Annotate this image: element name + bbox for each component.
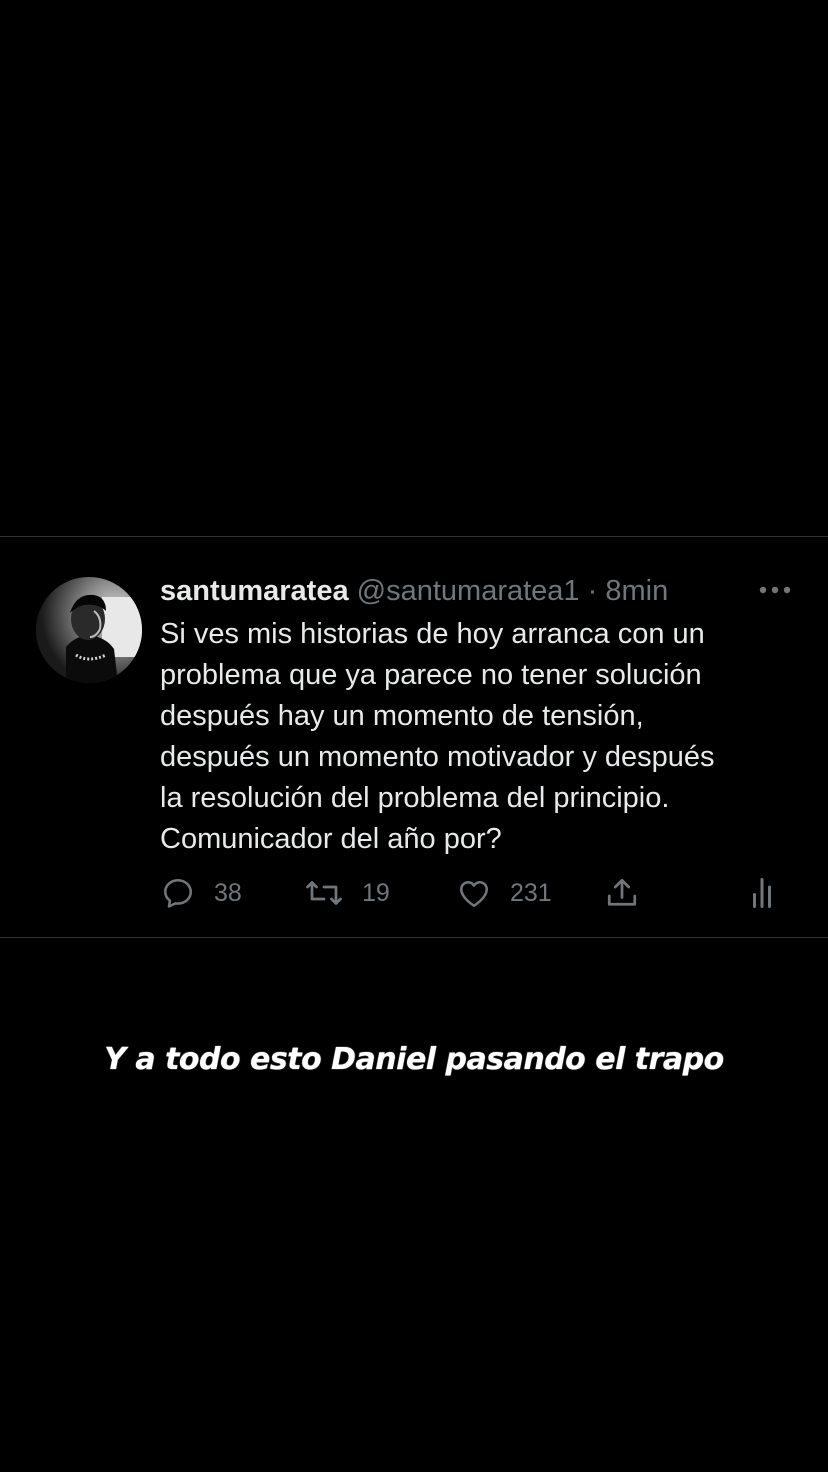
timestamp[interactable]: 8min [605,575,668,607]
retweet-icon [306,881,342,905]
more-dots-icon [759,586,791,594]
retweet-button[interactable]: 19 [304,873,390,913]
tweet-actions: 38 19 231 [160,873,790,913]
reply-button[interactable]: 38 [160,873,242,913]
analytics-button[interactable] [744,873,780,913]
retweet-count: 19 [362,878,390,907]
share-icon [607,878,637,906]
separator-dot: · [587,575,598,607]
tweet-header: santumaratea @santumaratea1 · 8min [160,573,720,609]
avatar[interactable] [36,577,142,683]
share-button[interactable] [604,873,640,913]
tweet-card[interactable]: santumaratea @santumaratea1 · 8min Si ve… [0,536,828,938]
display-name[interactable]: santumaratea [160,575,349,607]
story-caption: Y a todo esto Daniel pasando el trapo [104,1042,724,1077]
analytics-icon [753,878,771,908]
avatar-photo [36,577,142,683]
reply-icon [163,878,193,908]
like-count: 231 [510,878,552,907]
tweet-text: Si ves mis historias de hoy arranca con … [160,618,715,855]
heart-icon [459,881,489,908]
more-options-button[interactable] [758,583,792,597]
handle[interactable]: @santumaratea1 [357,575,580,607]
like-button[interactable]: 231 [456,873,552,913]
reply-count: 38 [214,878,242,907]
